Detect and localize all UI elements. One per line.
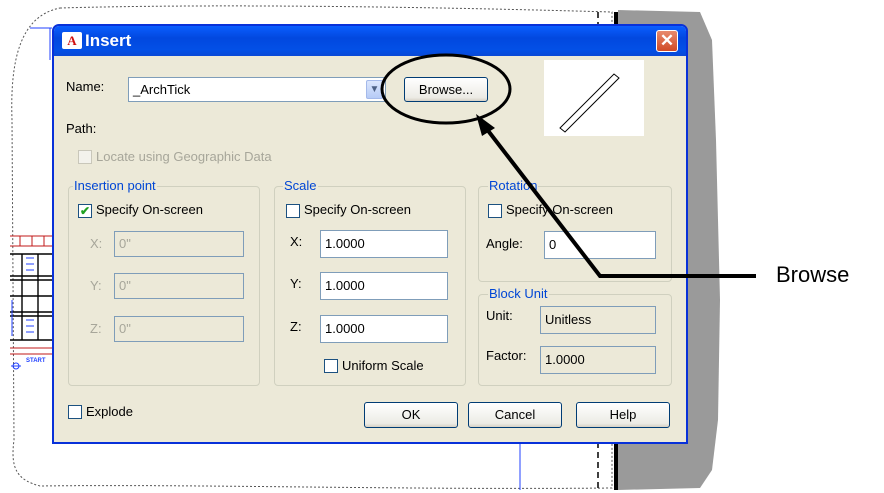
cancel-button[interactable]: Cancel	[468, 402, 562, 428]
annotation-label: Browse	[776, 262, 850, 287]
uniform-scale-checkbox[interactable]	[324, 359, 338, 373]
stair-label: START	[26, 358, 46, 364]
scale-title: Scale	[283, 178, 318, 193]
block-unit-title: Block Unit	[488, 286, 549, 301]
insert-dialog: A Insert ✕ Name: _ArchTick ▼ Browse... P…	[52, 24, 688, 444]
scale-z-label: Z:	[290, 319, 302, 334]
name-combobox[interactable]: _ArchTick	[128, 77, 386, 102]
factor-label: Factor:	[486, 348, 527, 363]
insertion-z-field[interactable]: 0"	[114, 316, 244, 342]
factor-field: 1.0000	[540, 346, 656, 374]
uniform-scale-label: Uniform Scale	[342, 358, 424, 373]
chevron-down-icon[interactable]: ▼	[366, 80, 383, 99]
rotation-title: Rotation	[488, 178, 539, 193]
explode-checkbox[interactable]	[68, 405, 82, 419]
insertion-x-label: X:	[90, 236, 103, 251]
scale-y-field[interactable]: 1.0000	[320, 272, 448, 300]
block-preview	[544, 60, 644, 136]
explode-label: Explode	[86, 404, 133, 419]
insertion-specify-checkbox[interactable]: ✔	[78, 204, 92, 218]
browse-button[interactable]: Browse...	[404, 77, 488, 102]
insertion-z-label: Z:	[90, 321, 102, 336]
insertion-specify-label: Specify On-screen	[96, 202, 203, 217]
scale-x-field[interactable]: 1.0000	[320, 230, 448, 258]
unit-label: Unit:	[486, 308, 513, 323]
arch-tick-preview-icon	[559, 73, 620, 133]
title-bar[interactable]: A Insert ✕	[54, 26, 686, 56]
angle-field[interactable]: 0	[544, 231, 656, 259]
ok-button[interactable]: OK	[364, 402, 458, 428]
rotation-specify-label: Specify On-screen	[506, 202, 613, 217]
insertion-x-field[interactable]: 0"	[114, 231, 244, 257]
dialog-title: Insert	[85, 31, 132, 50]
scale-x-label: X:	[290, 234, 303, 249]
app-logo-icon: A	[62, 32, 82, 49]
geo-checkbox[interactable]	[78, 150, 92, 164]
close-button[interactable]: ✕	[656, 30, 678, 52]
scale-y-label: Y:	[290, 276, 302, 291]
geo-label: Locate using Geographic Data	[96, 149, 272, 164]
scale-z-field[interactable]: 1.0000	[320, 315, 448, 343]
insertion-y-label: Y:	[90, 278, 102, 293]
unit-field: Unitless	[540, 306, 656, 334]
help-button[interactable]: Help	[576, 402, 670, 428]
path-label: Path:	[66, 121, 97, 136]
name-label: Name:	[66, 79, 105, 94]
insertion-point-title: Insertion point	[73, 178, 157, 193]
insertion-y-field[interactable]: 0"	[114, 273, 244, 299]
scale-specify-label: Specify On-screen	[304, 202, 411, 217]
angle-label: Angle:	[486, 236, 523, 251]
rotation-specify-checkbox[interactable]	[488, 204, 502, 218]
scale-specify-checkbox[interactable]	[286, 204, 300, 218]
name-value: _ArchTick	[133, 82, 191, 97]
